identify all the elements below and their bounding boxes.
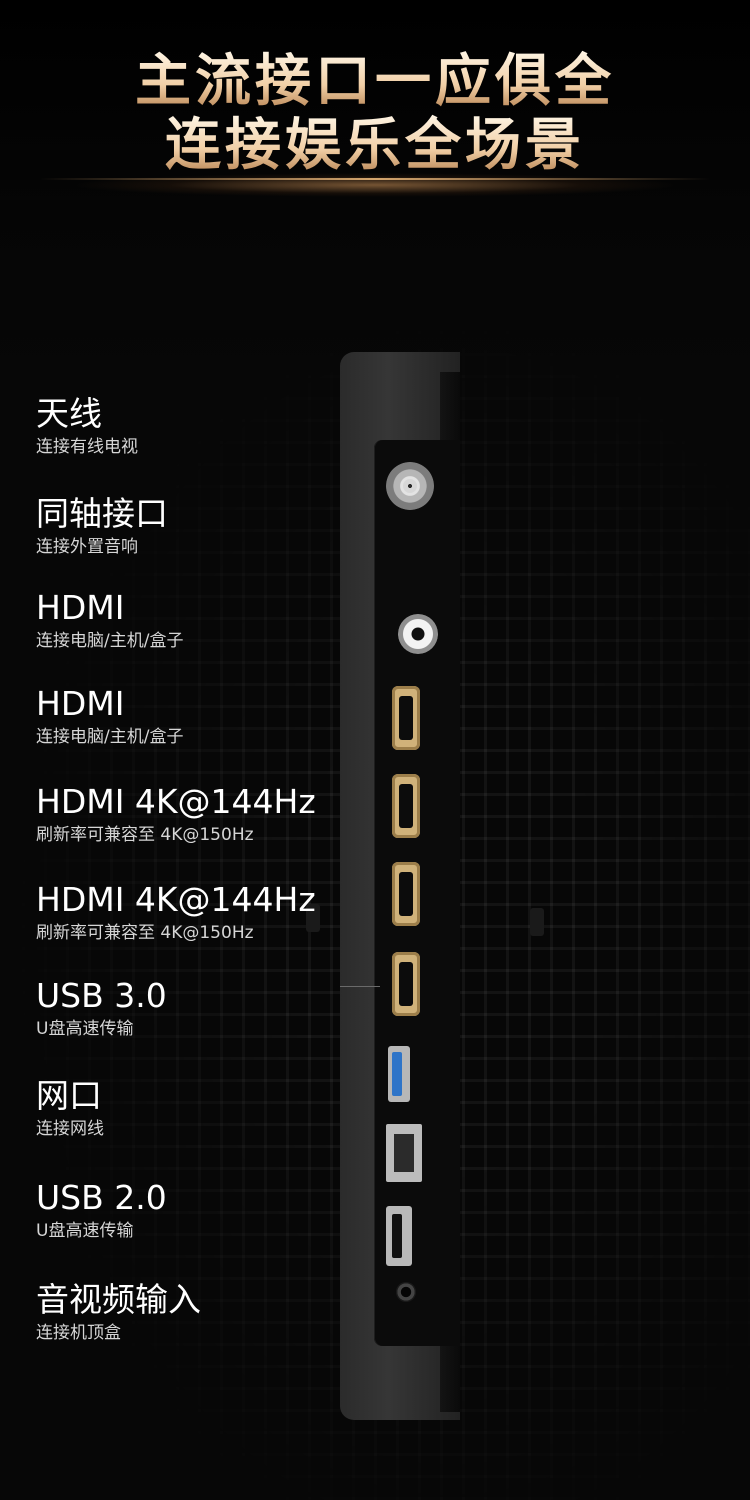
port-subtitle: U盘高速传输 (36, 1019, 134, 1039)
port-label-av-input: 音视频输入 连接机顶盒 (36, 1280, 336, 1344)
port-title: USB 3.0 (36, 976, 167, 1015)
port-label-hdmi-144hz-1: HDMI 4K@144Hz 刷新率可兼容至 4K@150Hz (36, 782, 336, 846)
port-title: HDMI (36, 684, 125, 723)
port-subtitle: 连接有线电视 (36, 437, 138, 457)
headline-glow-line (40, 178, 710, 180)
port-subtitle: 连接网线 (36, 1119, 104, 1139)
hdmi-port-icon-1 (392, 686, 420, 750)
headline-line-1: 主流接口一应俱全 (0, 50, 750, 114)
hdmi-port-icon-4 (392, 952, 420, 1016)
antenna-port-icon (386, 462, 434, 510)
port-label-ethernet: 网口 连接网线 (36, 1076, 336, 1140)
leader-line (340, 986, 380, 987)
mount-screw-right (530, 908, 544, 936)
port-label-usb3: USB 3.0 U盘高速传输 (36, 976, 336, 1040)
port-subtitle: 连接电脑/主机/盒子 (36, 727, 184, 747)
port-label-usb2: USB 2.0 U盘高速传输 (36, 1178, 336, 1242)
usb3-port-icon (388, 1046, 410, 1102)
port-title: 同轴接口 (36, 494, 168, 533)
headline-line-2: 连接娱乐全场景 (0, 114, 750, 178)
port-title: HDMI 4K@144Hz (36, 782, 316, 821)
port-label-hdmi-144hz-2: HDMI 4K@144Hz 刷新率可兼容至 4K@150Hz (36, 880, 336, 944)
port-subtitle: 连接机顶盒 (36, 1323, 121, 1343)
port-subtitle: 连接外置音响 (36, 537, 138, 557)
port-subtitle: 刷新率可兼容至 4K@150Hz (36, 923, 254, 943)
port-title: 天线 (36, 394, 102, 433)
port-title: 音视频输入 (36, 1280, 201, 1319)
av-input-port-icon (396, 1282, 416, 1302)
port-label-coaxial: 同轴接口 连接外置音响 (36, 494, 336, 558)
port-title: USB 2.0 (36, 1178, 167, 1217)
page: 主流接口一应俱全 连接娱乐全场景 天线 连接有线电视 同轴接口 连接外置音响 H… (0, 0, 750, 1500)
headline: 主流接口一应俱全 连接娱乐全场景 (0, 50, 750, 178)
headline-glow (0, 170, 750, 200)
port-label-antenna: 天线 连接有线电视 (36, 394, 336, 458)
port-title: HDMI (36, 588, 125, 627)
port-label-hdmi-1: HDMI 连接电脑/主机/盒子 (36, 588, 336, 652)
hdmi-port-icon-2 (392, 774, 420, 838)
port-subtitle: U盘高速传输 (36, 1221, 134, 1241)
port-title: HDMI 4K@144Hz (36, 880, 316, 919)
port-title: 网口 (36, 1076, 102, 1115)
coaxial-port-icon (398, 614, 438, 654)
port-subtitle: 连接电脑/主机/盒子 (36, 631, 184, 651)
usb2-port-icon (386, 1206, 412, 1266)
port-label-hdmi-2: HDMI 连接电脑/主机/盒子 (36, 684, 336, 748)
hdmi-port-icon-3 (392, 862, 420, 926)
port-subtitle: 刷新率可兼容至 4K@150Hz (36, 825, 254, 845)
ethernet-port-icon (386, 1124, 422, 1182)
